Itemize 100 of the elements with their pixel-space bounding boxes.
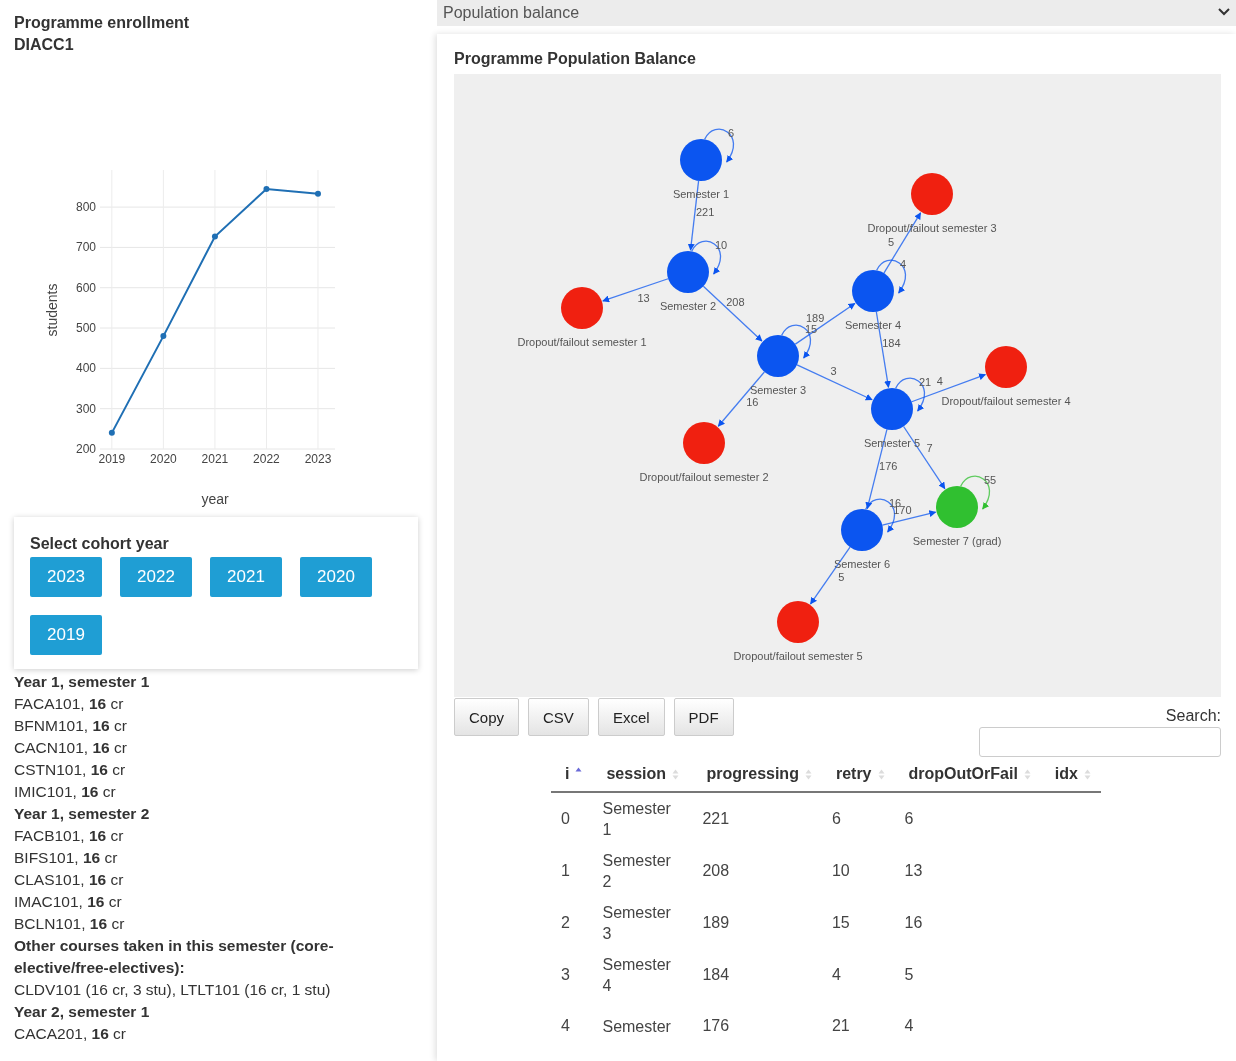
- course-entry: FACB101, 16 cr: [14, 826, 125, 846]
- table-cell-text: 176: [701, 1016, 731, 1036]
- loop-arrow: [876, 259, 907, 294]
- x-tick-label: 2019: [98, 452, 126, 466]
- y-tick-label: 500: [75, 321, 96, 336]
- table-cell-text: Semester: [601, 1016, 672, 1037]
- edge-label: 16: [746, 395, 759, 408]
- section-title: Programme Population Balance: [454, 49, 697, 69]
- edge-label: 221: [695, 205, 715, 218]
- semester-heading: Year 1, semester 1: [14, 672, 151, 692]
- table-cell-text: 4: [830, 965, 842, 985]
- edge-label: 4: [900, 258, 907, 270]
- edge-label: 4: [936, 374, 943, 387]
- y-axis-label: students: [44, 283, 60, 337]
- edge-label: 7: [926, 441, 933, 454]
- x-axis-label: year: [201, 491, 229, 507]
- graph-node[interactable]: [985, 346, 1027, 388]
- table-cell: Semester 1: [592, 792, 693, 845]
- y-tick-label: 200: [75, 442, 96, 456]
- course-entry: CLAS101, 16 cr: [14, 870, 125, 890]
- course-entry: BIFS101, 16 cr: [14, 848, 119, 868]
- graph-node[interactable]: [680, 139, 722, 181]
- chart-title: Programme enrollment: [13, 13, 191, 33]
- graph-node[interactable]: [683, 422, 725, 464]
- course-entry: CACN101, 16 cr: [14, 738, 128, 758]
- y-tick-label: 800: [75, 200, 96, 215]
- edge-label: 13: [637, 291, 650, 304]
- export-button[interactable]: CSV: [528, 698, 589, 736]
- table-cell-text: 184: [701, 965, 731, 985]
- graph-node[interactable]: [841, 509, 883, 551]
- table-cell: 0: [551, 792, 593, 845]
- graph-node[interactable]: [911, 173, 953, 215]
- table-cell-text: Semester 2: [601, 851, 672, 892]
- table-cell-text: 4: [560, 1016, 571, 1036]
- y-tick-label: 400: [75, 361, 96, 376]
- edge-label: 208: [726, 296, 745, 309]
- column-header[interactable]: session: [592, 757, 693, 792]
- course-entry: CLDV101 (16 cr, 3 stu), LTLT101 (16 cr, 1 stu): [14, 980, 332, 1000]
- semester-heading: Other courses taken in this semester (core-elective/free-electives):: [14, 936, 335, 978]
- table-cell-text: 189: [701, 913, 731, 933]
- course-entry: BFNM101, 16 cr: [14, 716, 128, 736]
- data-point: [108, 429, 115, 436]
- node-label: Semester 2: [659, 300, 717, 312]
- edge-label: 184: [882, 336, 901, 349]
- column-header[interactable]: dropOutOrFail: [894, 757, 1041, 792]
- table-cell-text: Semester 4: [601, 955, 672, 996]
- x-tick-label: 2021: [201, 452, 229, 466]
- graph-node[interactable]: [852, 270, 894, 312]
- node-label: Dropout/failout semester 4: [941, 395, 1071, 407]
- cohort-title: Select cohort year: [30, 535, 170, 553]
- node-label: Dropout/failout semester 1: [517, 336, 647, 348]
- table-cell-text: 2: [560, 913, 571, 933]
- edge-arrow: [602, 278, 669, 303]
- column-header[interactable]: i: [551, 757, 593, 792]
- export-button[interactable]: PDF: [673, 698, 734, 736]
- graph-node[interactable]: [936, 486, 978, 528]
- data-point: [211, 233, 218, 240]
- semester-heading: Year 2, semester 1: [14, 1002, 151, 1022]
- view-select[interactable]: Population balance: [437, 0, 1236, 26]
- table-cell-text: 5: [903, 965, 915, 985]
- graph-node[interactable]: [667, 251, 709, 293]
- course-entry: FACA101, 16 cr: [14, 694, 125, 714]
- column-header[interactable]: retry: [821, 757, 895, 792]
- y-tick-label: 600: [75, 280, 96, 295]
- edge-label: 55: [984, 474, 997, 486]
- table-cell-text: 15: [830, 913, 851, 933]
- table-cell: 6: [894, 792, 1041, 845]
- search-field[interactable]: [979, 727, 1221, 757]
- graph-node[interactable]: [777, 601, 819, 643]
- course-entry: CSTN101, 16 cr: [14, 760, 127, 780]
- data-point: [160, 333, 167, 340]
- data-point: [315, 190, 321, 197]
- programme-code: DIACC1: [13, 35, 75, 55]
- course-entry: IMAC101, 16 cr: [14, 892, 123, 912]
- export-button[interactable]: Excel: [597, 698, 665, 736]
- graph-node[interactable]: [561, 287, 603, 329]
- column-header[interactable]: idx: [1040, 757, 1101, 792]
- data-point: [263, 185, 270, 192]
- chevron-down-icon: [1218, 8, 1230, 16]
- table-cell-text: Semester 3: [601, 903, 672, 944]
- edge-label: 3: [830, 364, 837, 377]
- table-cell-text: 21: [830, 1016, 851, 1036]
- y-tick-label: 300: [75, 401, 96, 416]
- edge-label: 6: [728, 127, 735, 139]
- x-tick-label: 2022: [253, 452, 280, 466]
- table-cell: 221: [692, 792, 822, 845]
- course-entry: CACA201, 16 cr: [14, 1024, 127, 1044]
- edge-label: 10: [715, 239, 728, 251]
- table-cell-text: 10: [830, 861, 851, 881]
- export-button[interactable]: Copy: [454, 698, 520, 736]
- x-tick-label: 2023: [304, 452, 332, 466]
- node-label: Semester 7 (grad): [912, 535, 1002, 547]
- edge-label: 176: [879, 459, 898, 472]
- edge-label: 5: [838, 571, 845, 584]
- graph-node[interactable]: [871, 388, 913, 430]
- y-tick-label: 700: [75, 240, 96, 255]
- graph-node[interactable]: [757, 335, 799, 377]
- edge-label: 189: [805, 312, 825, 325]
- node-label: Semester 3: [749, 384, 807, 396]
- column-header[interactable]: progressing: [692, 757, 822, 792]
